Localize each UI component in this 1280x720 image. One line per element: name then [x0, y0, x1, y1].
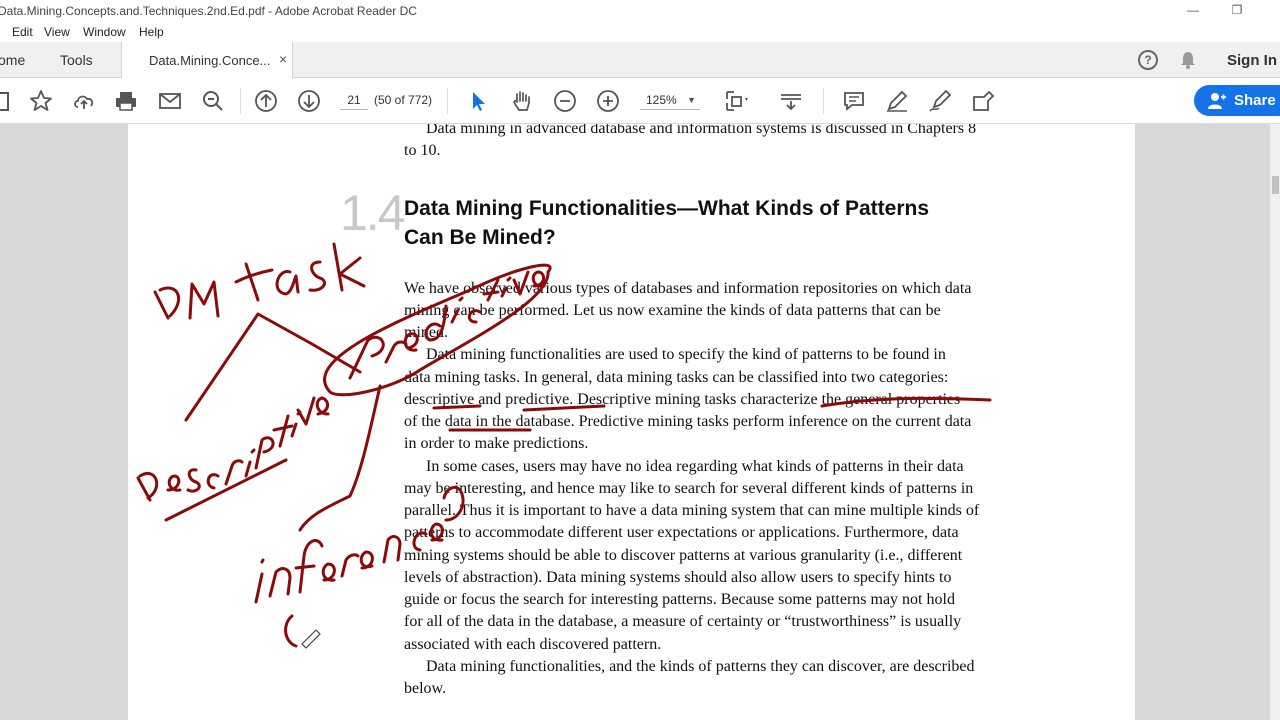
section-heading-line-2: Can Be Mined?: [404, 226, 556, 249]
body-line: Data mining functionalities are used to …: [426, 346, 946, 363]
body-line: mining systems should be able to discove…: [404, 547, 963, 564]
add-user-icon: [1208, 93, 1226, 109]
page-number-input[interactable]: 21: [340, 90, 368, 110]
zoom-value: 125%: [646, 93, 677, 107]
body-line: data mining tasks. In general, data mini…: [404, 369, 949, 386]
section-number: 1.4: [340, 185, 406, 241]
toolbar-divider: [447, 88, 448, 114]
body-line: parallel. Thus it is important to have a…: [404, 502, 980, 519]
page-count: (50 of 772): [374, 93, 433, 107]
pen-icon[interactable]: [885, 89, 909, 113]
menu-help[interactable]: Help: [139, 25, 164, 39]
window-titlebar: Data.Mining.Concepts.and.Techniques.2nd.…: [0, 0, 1280, 22]
body-line: descriptive and predictive. Descriptive …: [404, 391, 961, 408]
body-line: associated with each discovered pattern.: [404, 636, 662, 653]
toolbar-divider: [823, 88, 824, 114]
body-line: guide or focus the search for interestin…: [404, 591, 955, 608]
scrollbar-thumb[interactable]: [1272, 176, 1279, 194]
tab-document-label: Data.Mining.Conce...: [149, 53, 271, 68]
toolbar-divider: [240, 88, 241, 114]
body-line: mining can be performed. Let us now exam…: [404, 302, 941, 319]
scroll-mode-icon[interactable]: [779, 89, 803, 113]
body-line: mined.: [404, 324, 448, 341]
body-line: In some cases, users may have no idea re…: [426, 458, 964, 475]
share-button-label: Share: [1234, 92, 1276, 109]
sign-icon[interactable]: [928, 89, 952, 113]
help-icon[interactable]: ?: [1138, 50, 1158, 70]
restore-button[interactable]: ❐: [1215, 2, 1259, 20]
pdf-page: Data mining in advanced database and inf…: [128, 124, 1135, 720]
body-line: Data mining functionalities, and the kin…: [426, 658, 975, 675]
previous-page-icon[interactable]: [254, 89, 278, 113]
menu-edit[interactable]: Edit: [12, 25, 33, 39]
sign-in-link[interactable]: Sign In: [1227, 52, 1277, 69]
email-icon[interactable]: [158, 89, 182, 113]
vertical-scrollbar[interactable]: [1270, 124, 1280, 720]
fit-page-icon[interactable]: [724, 89, 748, 113]
minimize-button[interactable]: —: [1171, 2, 1215, 20]
main-toolbar: 21 (50 of 772) 125% ▼ Share: [0, 78, 1280, 124]
search-icon[interactable]: [201, 89, 225, 113]
page-thumbnail-icon[interactable]: [0, 89, 14, 113]
chevron-down-icon: ▼: [687, 95, 696, 105]
zoom-select[interactable]: 125% ▼: [640, 90, 700, 110]
section-heading-line-1: Data Mining Functionalities—What Kinds o…: [404, 197, 930, 220]
body-line: may be interesting, and hence may like t…: [404, 480, 974, 497]
next-page-icon[interactable]: [297, 89, 321, 113]
comment-icon[interactable]: [842, 89, 866, 113]
body-line: patterns to accommodate different user e…: [404, 524, 959, 541]
body-line: of the data in the database. Predictive …: [404, 413, 972, 430]
zoom-in-icon[interactable]: [596, 89, 620, 113]
body-line: below.: [404, 680, 447, 697]
intro-line-1: Data mining in advanced database and inf…: [426, 124, 977, 137]
menu-bar: Edit View Window Help: [0, 22, 1280, 42]
body-line: We have observed various types of databa…: [404, 280, 972, 297]
window-title: Data.Mining.Concepts.and.Techniques.2nd.…: [0, 4, 417, 18]
select-cursor-icon[interactable]: [466, 89, 490, 113]
document-viewport[interactable]: Data mining in advanced database and inf…: [0, 124, 1280, 720]
body-line: levels of abstraction). Data mining syst…: [404, 569, 952, 586]
close-icon[interactable]: ×: [279, 51, 287, 67]
menu-view[interactable]: View: [44, 25, 70, 39]
menu-window[interactable]: Window: [83, 25, 126, 39]
share-button[interactable]: Share: [1194, 85, 1280, 116]
body-line: in order to make predictions.: [404, 435, 589, 452]
upload-cloud-icon[interactable]: [72, 89, 96, 113]
print-icon[interactable]: [114, 89, 138, 113]
tab-home[interactable]: ome: [0, 52, 25, 68]
zoom-out-icon[interactable]: [553, 89, 577, 113]
tab-bar: ome Tools Data.Mining.Conce... × ? Sign …: [0, 42, 1280, 78]
hand-tool-icon[interactable]: [510, 89, 534, 113]
body-line: for all of the data in the database, a m…: [404, 613, 962, 630]
tab-tools[interactable]: Tools: [60, 52, 93, 68]
tab-document[interactable]: Data.Mining.Conce... ×: [121, 42, 293, 78]
intro-line-2: to 10.: [404, 142, 441, 159]
bell-icon[interactable]: [1180, 51, 1196, 69]
stamp-icon[interactable]: [971, 89, 995, 113]
star-icon[interactable]: [29, 89, 53, 113]
